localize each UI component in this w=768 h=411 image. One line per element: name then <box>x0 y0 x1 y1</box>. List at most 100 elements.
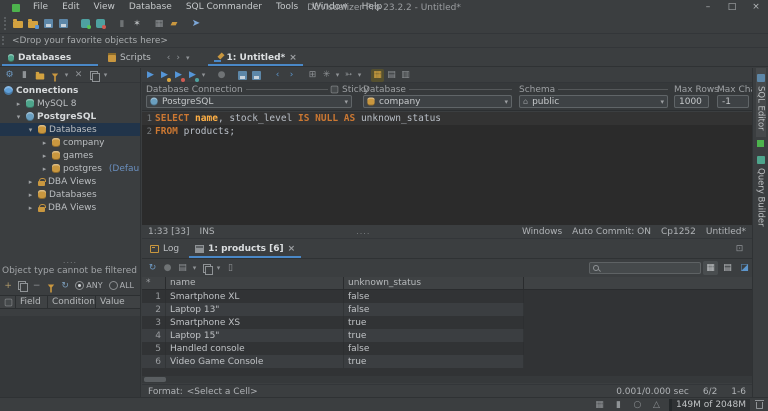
save-icon[interactable] <box>41 17 55 30</box>
sql-save-icon[interactable] <box>236 69 249 82</box>
sql-editor[interactable]: 1 SELECT name, stock_level IS NULL AS un… <box>142 112 752 225</box>
all-radio[interactable] <box>109 281 118 290</box>
table-row[interactable]: 1 Smartphone XL false <box>142 290 524 303</box>
collapse-icon[interactable]: ▾ <box>26 126 35 134</box>
execute-explain-icon[interactable]: ▶ <box>186 69 199 82</box>
tree-filter-splitter[interactable]: .... <box>0 257 140 264</box>
max-rows-field[interactable]: 1000 <box>674 95 709 108</box>
result-search-box[interactable] <box>589 262 701 274</box>
tree-item-databases-2[interactable]: ▸ Databases <box>0 188 140 201</box>
minimize-button[interactable]: – <box>696 0 720 15</box>
grid-corner-cell[interactable]: * <box>142 277 166 289</box>
expand-icon[interactable]: ▸ <box>40 152 49 160</box>
table-row[interactable]: 3 Smartphone XS true <box>142 316 524 329</box>
tree-item-postgresql[interactable]: ▾ PostgreSQL <box>0 110 140 123</box>
parameterize-icon[interactable]: ➳ <box>342 69 355 82</box>
menu-database[interactable]: Database <box>122 0 179 15</box>
grid-view-icon[interactable]: ▦ <box>703 261 718 275</box>
result-refresh-icon[interactable]: ↻ <box>146 262 159 275</box>
result-export-icon[interactable]: ▤ <box>176 262 189 275</box>
expand-icon[interactable]: ▸ <box>40 165 49 173</box>
menu-file[interactable]: File <box>26 0 55 15</box>
result-stop-icon[interactable]: ● <box>161 262 174 275</box>
parameterize-caret-icon[interactable]: ▾ <box>356 71 363 79</box>
cell-name[interactable]: Handled console <box>166 342 344 355</box>
reconnect-icon[interactable]: ▮ <box>115 17 129 30</box>
result-copy-icon[interactable] <box>200 262 213 275</box>
tree-item-dba-views-1[interactable]: ▸ DBA Views <box>0 175 140 188</box>
tree-folder-icon[interactable] <box>33 69 46 82</box>
table-row[interactable]: 5 Handled console false <box>142 342 524 355</box>
execute-icon[interactable]: ▶ <box>144 69 157 82</box>
filter-col-condition[interactable]: Condition <box>48 296 96 308</box>
cell-status[interactable]: false <box>344 342 524 355</box>
scrollbar-thumb[interactable] <box>144 377 166 382</box>
favorites-bar[interactable]: <Drop your favorite objects here> <box>0 33 768 48</box>
status-grid-icon[interactable]: ▦ <box>593 398 606 411</box>
grid-horizontal-scrollbar[interactable] <box>142 376 752 383</box>
sql-save-as-icon[interactable] <box>250 69 263 82</box>
cell-status[interactable]: true <box>344 355 524 368</box>
tab-prev-icon[interactable]: ‹ <box>167 53 171 63</box>
menu-view[interactable]: View <box>87 0 122 15</box>
tab-scripts[interactable]: Scripts <box>100 49 159 66</box>
expand-icon[interactable]: ▸ <box>26 178 35 186</box>
sticky-checkbox[interactable] <box>331 86 339 94</box>
expand-icon[interactable]: ▸ <box>14 100 23 108</box>
chart-view-icon[interactable]: ◪ <box>737 261 752 275</box>
any-radio[interactable] <box>75 281 84 290</box>
expand-icon[interactable]: ▸ <box>40 139 49 147</box>
formatter-caret-icon[interactable]: ▾ <box>334 71 341 79</box>
tree-settings-icon[interactable]: ⚙ <box>3 69 16 82</box>
filter-remove-icon[interactable]: − <box>31 279 43 292</box>
maximize-button[interactable]: □ <box>720 0 744 15</box>
editor-results-splitter[interactable]: .... <box>215 227 512 236</box>
connect-icon[interactable] <box>78 17 92 30</box>
disconnect-icon[interactable] <box>93 17 107 30</box>
filter-add-icon[interactable]: + <box>2 279 14 292</box>
result-tab-close-icon[interactable]: × <box>288 244 296 254</box>
filter-refresh-icon[interactable]: ↻ <box>59 279 71 292</box>
tree-refresh-icon[interactable]: ▮ <box>18 69 31 82</box>
tab-query-builder[interactable]: Query Builder <box>756 150 766 233</box>
menu-help[interactable]: Help <box>355 0 390 15</box>
status-connections-icon[interactable]: ▮ <box>612 398 625 411</box>
table-row[interactable]: 6 Video Game Console true <box>142 355 524 368</box>
tree-item-postgres[interactable]: ▸ postgres (Default) <box>0 162 140 175</box>
expand-icon[interactable]: ▸ <box>26 191 35 199</box>
toolbar-grip[interactable] <box>4 17 8 30</box>
tab-sql-commander[interactable]: 1: Untitled* × <box>206 49 305 66</box>
clear-editor-icon[interactable]: ▤ <box>385 69 398 82</box>
tree-item-games[interactable]: ▸ games <box>0 149 140 162</box>
menu-edit[interactable]: Edit <box>55 0 86 15</box>
tab-products-result[interactable]: 1: products [6] × <box>187 240 303 258</box>
memory-indicator[interactable]: 149M of 2048M <box>669 399 750 411</box>
filter-apply-icon[interactable] <box>45 279 57 292</box>
driver-manager-icon[interactable]: ✶ <box>130 17 144 30</box>
tree-root-connections[interactable]: Connections <box>0 84 140 97</box>
grid-col-unknown-status[interactable]: unknown_status <box>344 277 524 289</box>
open-file-icon[interactable] <box>11 17 25 30</box>
tree-collapse-icon[interactable]: ✕ <box>72 69 85 82</box>
filter-col-value[interactable]: Value <box>96 296 140 308</box>
table-row[interactable]: 4 Laptop 15" true <box>142 329 524 342</box>
grid-col-name[interactable]: name <box>166 277 344 289</box>
expand-icon[interactable]: ▸ <box>26 204 35 212</box>
filter-check-cell[interactable] <box>0 296 16 308</box>
cell-name[interactable]: Video Game Console <box>166 355 344 368</box>
sql-tab-close-icon[interactable]: × <box>289 53 297 63</box>
code-line-1[interactable]: 1 SELECT name, stock_level IS NULL AS un… <box>142 112 752 125</box>
table-row[interactable]: 2 Laptop 13" false <box>142 303 524 316</box>
cell-name[interactable]: Smartphone XL <box>166 290 344 303</box>
execute-stop-on-error-icon[interactable]: ▶ <box>172 69 185 82</box>
collapse-icon[interactable]: ▾ <box>14 113 23 121</box>
filter-copy-icon[interactable] <box>16 279 28 292</box>
status-warning-icon[interactable]: △ <box>650 398 663 411</box>
table-data-icon[interactable]: ▦ <box>152 17 166 30</box>
result-columns-icon[interactable]: ▯ <box>224 262 237 275</box>
code-line-2[interactable]: 2 FROM products; <box>142 125 752 138</box>
filter-col-field[interactable]: Field <box>16 296 48 308</box>
history-back-icon[interactable]: ‹ <box>271 69 284 82</box>
cell-status[interactable]: false <box>344 290 524 303</box>
tab-list-icon[interactable]: ▾ <box>186 54 190 62</box>
